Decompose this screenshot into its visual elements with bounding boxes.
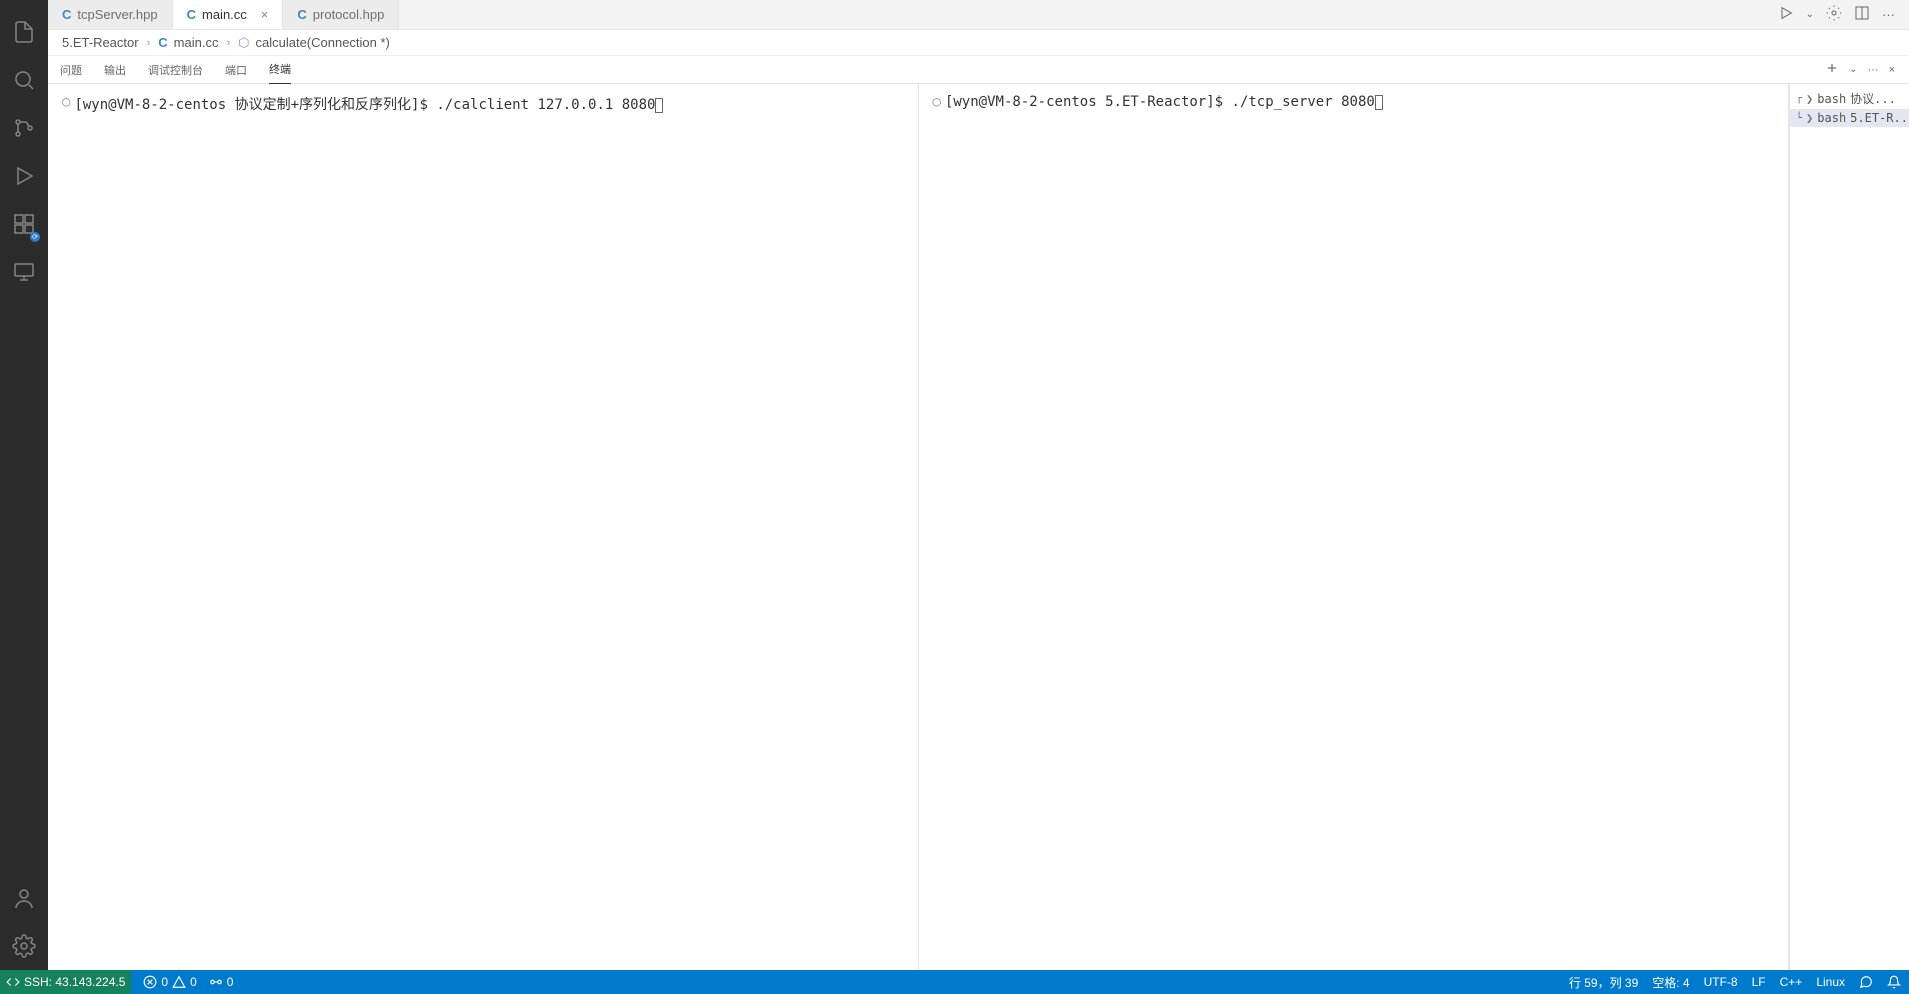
tab-ports[interactable]: 端口 [225, 56, 247, 84]
terminal-name: bash [1817, 92, 1846, 106]
tab-label: tcpServer.hpp [77, 7, 157, 22]
circle-icon: ○ [933, 94, 941, 110]
circle-icon: ○ [62, 94, 70, 110]
cpp-file-icon: C [187, 7, 196, 22]
tab-protocol[interactable]: C protocol.hpp [283, 0, 399, 29]
status-encoding[interactable]: UTF-8 [1704, 975, 1738, 989]
warning-count: 0 [190, 975, 197, 989]
bash-icon: ❯ [1806, 92, 1813, 106]
chevron-down-icon[interactable]: ⌄ [1806, 9, 1814, 20]
remote-explorer-icon[interactable] [0, 248, 48, 296]
terminal-sidebar-item[interactable]: └ ❯ bash 5.ET-R... [1790, 109, 1909, 127]
settings-gear-icon[interactable] [0, 922, 48, 970]
cpp-file-icon: C [62, 7, 71, 22]
terminal-name: bash [1817, 111, 1846, 125]
terminal-label: 协议... [1850, 90, 1896, 107]
port-count: 0 [227, 975, 234, 989]
breadcrumb-symbol[interactable]: calculate(Connection *) [255, 35, 389, 50]
extensions-icon[interactable]: ⟳ [0, 200, 48, 248]
tree-branch-icon: └ [1796, 113, 1802, 124]
panel: 问题 输出 调试控制台 端口 终端 ⌄ ··· × ○[wyn@VM-8-2-c… [48, 56, 1909, 970]
error-count: 0 [161, 975, 168, 989]
new-terminal-icon[interactable] [1825, 61, 1839, 78]
terminal-body: ○[wyn@VM-8-2-centos 协议定制+序列化和反序列化]$ ./ca… [48, 84, 1909, 970]
terminal-sidebar: ┌ ❯ bash 协议... └ ❯ bash 5.ET-R... [1789, 84, 1909, 970]
status-os[interactable]: Linux [1816, 975, 1845, 989]
split-editor-icon[interactable] [1854, 5, 1870, 24]
tab-debug-console[interactable]: 调试控制台 [148, 56, 203, 84]
status-indent[interactable]: 空格: 4 [1652, 974, 1689, 991]
status-cursor[interactable]: 行 59，列 39 [1569, 974, 1638, 991]
editor-tabs: C tcpServer.hpp C main.cc × C protocol.h… [48, 0, 1909, 30]
terminal-command: ./calclient 127.0.0.1 8080 [436, 97, 655, 113]
tab-terminal[interactable]: 终端 [269, 55, 291, 84]
chevron-right-icon: › [147, 37, 151, 49]
run-debug-icon[interactable] [0, 152, 48, 200]
terminal-cursor [1375, 95, 1383, 110]
status-ports[interactable]: 0 [209, 975, 234, 989]
tab-output[interactable]: 输出 [104, 56, 126, 84]
editor-actions: ⌄ ··· [1778, 0, 1909, 29]
main-area: C tcpServer.hpp C main.cc × C protocol.h… [48, 0, 1909, 970]
more-icon[interactable]: ··· [1882, 7, 1895, 22]
remote-indicator[interactable]: SSH: 43.143.224.5 [0, 970, 131, 994]
feedback-icon[interactable] [1859, 975, 1873, 989]
account-icon[interactable] [0, 874, 48, 922]
terminal-prompt: [wyn@VM-8-2-centos 协议定制+序列化和反序列化]$ [74, 97, 436, 113]
remote-label: SSH: 43.143.224.5 [24, 975, 125, 989]
terminal-pane-right[interactable]: ○[wyn@VM-8-2-centos 5.ET-Reactor]$ ./tcp… [919, 84, 1790, 970]
more-icon[interactable]: ··· [1868, 64, 1879, 76]
terminal-pane-left[interactable]: ○[wyn@VM-8-2-centos 协议定制+序列化和反序列化]$ ./ca… [48, 84, 919, 970]
notifications-icon[interactable] [1887, 975, 1901, 989]
status-eol[interactable]: LF [1752, 975, 1766, 989]
terminal-cursor [655, 98, 663, 113]
terminal-label: 5.ET-R... [1850, 111, 1909, 125]
terminal-command: ./tcp_server 8080 [1232, 94, 1375, 110]
explorer-icon[interactable] [0, 8, 48, 56]
settings-gear-icon[interactable] [1826, 5, 1842, 24]
cpp-file-icon: C [158, 35, 167, 50]
terminal-prompt: [wyn@VM-8-2-centos 5.ET-Reactor]$ [945, 94, 1232, 110]
tab-label: protocol.hpp [313, 7, 385, 22]
source-control-icon[interactable] [0, 104, 48, 152]
panel-tabs: 问题 输出 调试控制台 端口 终端 ⌄ ··· × [48, 56, 1909, 84]
tree-branch-icon: ┌ [1796, 93, 1802, 104]
run-icon[interactable] [1778, 5, 1794, 24]
chevron-right-icon: › [226, 37, 230, 49]
close-panel-icon[interactable]: × [1889, 64, 1895, 76]
status-problems[interactable]: 0 0 [143, 975, 196, 989]
method-icon: ⬡ [238, 35, 249, 51]
tab-problems[interactable]: 问题 [60, 56, 82, 84]
breadcrumb-folder[interactable]: 5.ET-Reactor [62, 35, 139, 50]
tab-label: main.cc [202, 7, 247, 22]
status-bar: SSH: 43.143.224.5 0 0 0 行 59，列 39 空格: 4 … [0, 970, 1909, 994]
tab-main[interactable]: C main.cc × [173, 0, 284, 29]
tab-tcpserver[interactable]: C tcpServer.hpp [48, 0, 173, 29]
breadcrumb-file[interactable]: main.cc [174, 35, 219, 50]
breadcrumb[interactable]: 5.ET-Reactor › C main.cc › ⬡ calculate(C… [48, 30, 1909, 56]
bash-icon: ❯ [1806, 111, 1813, 125]
search-icon[interactable] [0, 56, 48, 104]
chevron-down-icon[interactable]: ⌄ [1849, 64, 1857, 75]
close-icon[interactable]: × [261, 7, 269, 22]
status-language[interactable]: C++ [1780, 975, 1803, 989]
cpp-file-icon: C [297, 7, 306, 22]
activity-bar: ⟳ [0, 0, 48, 970]
terminal-sidebar-item[interactable]: ┌ ❯ bash 协议... [1790, 88, 1909, 109]
